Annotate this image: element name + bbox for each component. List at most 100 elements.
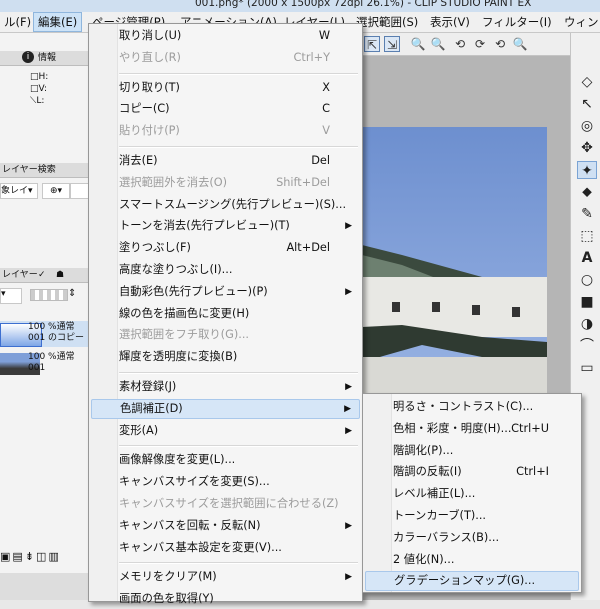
color-submenu-item[interactable]: レベル補正(L)... [365,484,579,504]
tool-line-icon[interactable]: ⌒ [577,337,597,355]
edit-menu-shortcut: C [322,102,330,116]
info-tab[interactable]: 情報 [38,51,56,65]
edit-menu-item: 貼り付け(P) V [91,121,360,141]
layer-row-selected[interactable]: 100 %通常 001 のコピー [0,321,88,347]
tool-move-icon[interactable]: ◇ [577,73,597,91]
color-submenu-item[interactable]: カラーバランス(B)... [365,528,579,548]
zoom-icon[interactable]: 🔍 [512,36,528,52]
edit-menu-item[interactable]: 取り消し(U) W [91,26,360,46]
layer-search-select[interactable]: 象レイ▾ [0,183,38,199]
color-submenu-item[interactable]: 明るさ・コントラスト(C)... [365,397,579,417]
zoom-in-icon[interactable]: 🔍 [410,36,426,52]
search-filter-button[interactable]: ⊕▾ [42,183,70,199]
menu-view[interactable]: 表示(V) [426,12,474,32]
menu-separator [119,72,358,75]
tool-eyedropper-icon[interactable]: ✦ [577,161,597,179]
checkmark-icon: ✓ [38,270,46,280]
color-submenu-item-label: 色相・彩度・明度(H)... [393,421,512,435]
edit-menu-item[interactable]: 塗りつぶし(F) Alt+Del [91,238,360,258]
menu-separator [119,372,358,374]
layer-tab-row: レイヤー ✓ ☗ [0,268,88,283]
color-submenu-item[interactable]: 階調の反転(I) Ctrl+I [365,462,579,482]
edit-menu-item-label: 塗りつぶし(F) [119,241,191,255]
menu-file[interactable]: ル(F) [0,12,35,32]
edit-menu-item[interactable]: 素材登録(J) ▶ [91,377,360,397]
edit-menu-item-label: 線の色を描画色に変更(H) [119,306,250,320]
tool-pen-icon[interactable]: ⬥ [577,183,597,201]
edit-menu-item[interactable]: 高度な塗りつぶし(I)... [91,260,360,280]
edit-menu-item[interactable]: 線の色を描画色に変更(H) [91,304,360,324]
color-submenu-item-label: 階調化(P)... [393,443,454,457]
edit-menu-item[interactable]: 変形(A) ▶ [91,421,360,441]
edit-menu-item: 選択範囲外を消去(O) Shift+Del [91,173,360,193]
edit-menu-shortcut: Del [311,154,330,167]
layer-row[interactable]: 100 %通常 001 [0,351,88,377]
color-submenu-item[interactable]: 2 値化(N)... [365,550,579,570]
folder-icon[interactable]: ▤ [12,550,24,563]
search-option-button[interactable] [70,183,90,199]
opacity-stepper[interactable]: ⇕ [68,288,76,299]
edit-menu-item[interactable]: キャンバスを回転・反転(N) ▶ [91,516,360,536]
tool-wand-icon[interactable]: ✥ [577,139,597,157]
edit-menu-item: やり直し(R) Ctrl+Y [91,48,360,68]
menu-separator [119,445,358,448]
menu-filter[interactable]: フィルター(I) [478,12,556,32]
tool-frame-icon[interactable]: ▭ [577,359,597,377]
opacity-slider[interactable] [30,289,68,301]
tool-lasso-icon[interactable]: ◎ [577,117,597,135]
rotate-left-icon[interactable]: ⟲ [452,36,468,52]
edit-menu-item[interactable]: コピー(C) C [91,99,360,119]
tool-text-icon[interactable]: A [577,249,597,267]
edit-menu-item[interactable]: メモリをクリア(M) ▶ [91,567,360,587]
color-submenu-item[interactable]: トーンカーブ(T)... [365,506,579,526]
rotate-right-icon[interactable]: ⟳ [472,36,488,52]
edit-menu-item-label: 高度な塗りつぶし(I)... [119,263,233,276]
info-tab-row: i 情報 [0,51,88,66]
zoom-out-icon[interactable]: 🔍 [430,36,446,52]
tool-eraser-icon[interactable]: ⬚ [577,227,597,245]
color-submenu-item[interactable]: 階調化(P)... [365,441,579,461]
submenu-arrow-icon: ▶ [345,520,352,531]
edit-menu-item[interactable]: スマートスムージング(先行プレビュー)(S)... [91,195,360,215]
edit-menu-item-label: メモリをクリア(M) [119,570,217,584]
edit-menu-item[interactable]: キャンバスサイズを変更(S)... [91,472,360,492]
edit-menu-item[interactable]: 画像解像度を変更(L)... [91,450,360,470]
menu-window[interactable]: ウィンド [560,12,600,32]
trash-icon[interactable]: ▥ [48,550,60,563]
mask-icon[interactable]: ◫ [36,550,48,563]
edit-menu-item[interactable]: 消去(E) Del [91,151,360,171]
tool-balloon-icon[interactable]: ○ [577,271,597,289]
blend-mode-select[interactable]: ▾ [0,288,22,304]
edit-menu-item[interactable]: 画面の色を取得(Y) [91,589,360,609]
layer-tab[interactable]: レイヤー [2,268,38,282]
nav-l-label: L: [36,96,45,106]
new-layer-icon[interactable]: ▣ [0,550,12,563]
layer-search-tab[interactable]: レイヤー検索 [2,163,56,177]
edit-menu-item[interactable]: キャンバス基本設定を変更(V)... [91,538,360,558]
submenu-arrow-icon: ▶ [345,221,352,232]
nav-v-label: V: [38,84,47,94]
tool-pencil-icon[interactable]: ✎ [577,205,597,223]
tool-gradient-icon[interactable]: ◑ [577,315,597,333]
reset-rotation-icon[interactable]: ⟲ [492,36,508,52]
color-submenu-item-label: 明るさ・コントラスト(C)... [393,400,534,413]
menu-edit[interactable]: 編集(E) [33,12,83,32]
edit-menu-item-label: 画面の色を取得(Y) [119,592,214,606]
edit-menu-item-label: 色調補正(D) [120,401,183,415]
edit-menu-item-label: 取り消し(U) [119,29,182,42]
color-submenu-item-label: トーンカーブ(T)... [393,509,487,522]
tool-select-icon[interactable]: ↖ [577,95,597,113]
fit-icon[interactable]: ⇱ [364,36,380,52]
edit-menu-item[interactable]: 輝度を透明度に変換(B) [91,347,360,367]
edit-menu-item[interactable]: 自動彩色(先行プレビュー)(P) ▶ [91,282,360,302]
edit-menu-item[interactable]: 切り取り(T) X [91,78,360,98]
layer-action-bar: ▣▤⇟◫▥ [0,549,88,565]
edit-menu-item[interactable]: 色調補正(D) ▶ [91,398,360,419]
tool-fill-icon[interactable]: ■ [577,293,597,311]
flip-icon[interactable]: ⇲ [384,36,400,52]
edit-menu-item[interactable]: トーンを消去(先行プレビュー)(T) ▶ [91,216,360,236]
layer-name: 001 のコピー [28,333,85,343]
color-submenu-item[interactable]: グラデーションマップ(G)... [365,571,579,592]
color-submenu-item[interactable]: 色相・彩度・明度(H)... Ctrl+U [365,419,579,439]
merge-icon[interactable]: ⇟ [25,550,36,563]
